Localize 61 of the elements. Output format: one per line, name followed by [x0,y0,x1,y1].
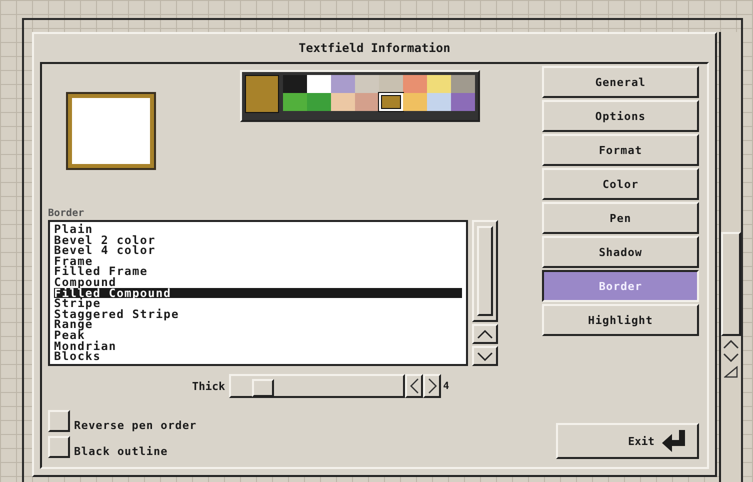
resize-icon [724,366,738,378]
list-item[interactable]: Peak [54,330,462,341]
list-item[interactable]: Filled Frame [54,266,462,277]
tab-button[interactable]: Pen [542,202,699,234]
color-swatch[interactable] [283,93,307,111]
list-item[interactable]: Blocks [54,351,462,362]
color-swatch[interactable] [451,75,475,93]
slider-value: 4 [443,380,450,392]
slider-thumb[interactable] [252,379,274,397]
color-swatch[interactable] [331,93,355,111]
tab-button[interactable]: Shadow [542,236,699,268]
list-item[interactable]: Bevel 2 color [54,234,462,246]
color-swatch[interactable] [307,93,331,111]
decrease-button[interactable] [405,374,424,398]
color-swatch[interactable] [451,93,475,111]
scrollbar[interactable] [472,220,498,322]
exit-button[interactable]: Exit [556,423,699,459]
list-item[interactable]: Range [54,319,462,330]
current-color-swatch [245,75,279,113]
color-swatch[interactable] [331,75,355,93]
color-swatch[interactable] [403,93,427,111]
checkbox-label: Reverse pen order [74,418,197,432]
color-swatch[interactable] [355,75,379,93]
down-chevron-icon [723,353,739,362]
up-chevron-icon [723,340,739,349]
down-chevron-icon [477,352,493,360]
return-arrow-icon [661,430,687,452]
list-item[interactable]: Plain [54,224,462,235]
left-chevron-icon [410,378,419,394]
scrollbar[interactable] [721,232,741,336]
checkbox[interactable] [48,410,70,432]
window-title: Textfield Information [298,40,452,57]
color-swatch[interactable] [283,75,307,93]
color-swatch[interactable] [307,75,331,93]
list-item[interactable]: Mondrian [54,340,462,352]
list-item[interactable]: Frame [54,256,462,266]
color-swatch[interactable] [427,93,451,111]
color-swatch[interactable] [379,93,403,111]
color-swatch[interactable] [403,75,427,93]
up-chevron-icon [477,330,493,338]
list-item[interactable]: Filled Compound [54,288,462,298]
right-chevron-icon [428,378,437,394]
checkbox[interactable] [48,436,70,458]
color-swatch[interactable] [379,75,403,93]
tab-button[interactable]: Options [542,100,699,132]
color-swatch[interactable] [355,93,379,111]
list-item[interactable]: Bevel 4 color [54,245,462,256]
increase-button[interactable] [423,374,442,398]
list-item[interactable]: Compound [54,276,462,288]
tab-button[interactable]: Color [542,168,699,200]
tab-button[interactable]: Highlight [542,304,699,336]
scroll-up-button[interactable] [472,324,498,344]
list-item[interactable]: Stripe [54,298,462,309]
tab-button[interactable]: Format [542,134,699,166]
tab-button[interactable]: General [542,66,699,98]
scroll-down-button[interactable] [472,346,498,366]
color-swatch[interactable] [427,75,451,93]
slider-label: Thick [192,380,226,392]
list-label: Border [48,208,86,220]
checkbox-label: Black outline [74,444,168,458]
list-item[interactable]: Staggered Stripe [54,308,462,320]
